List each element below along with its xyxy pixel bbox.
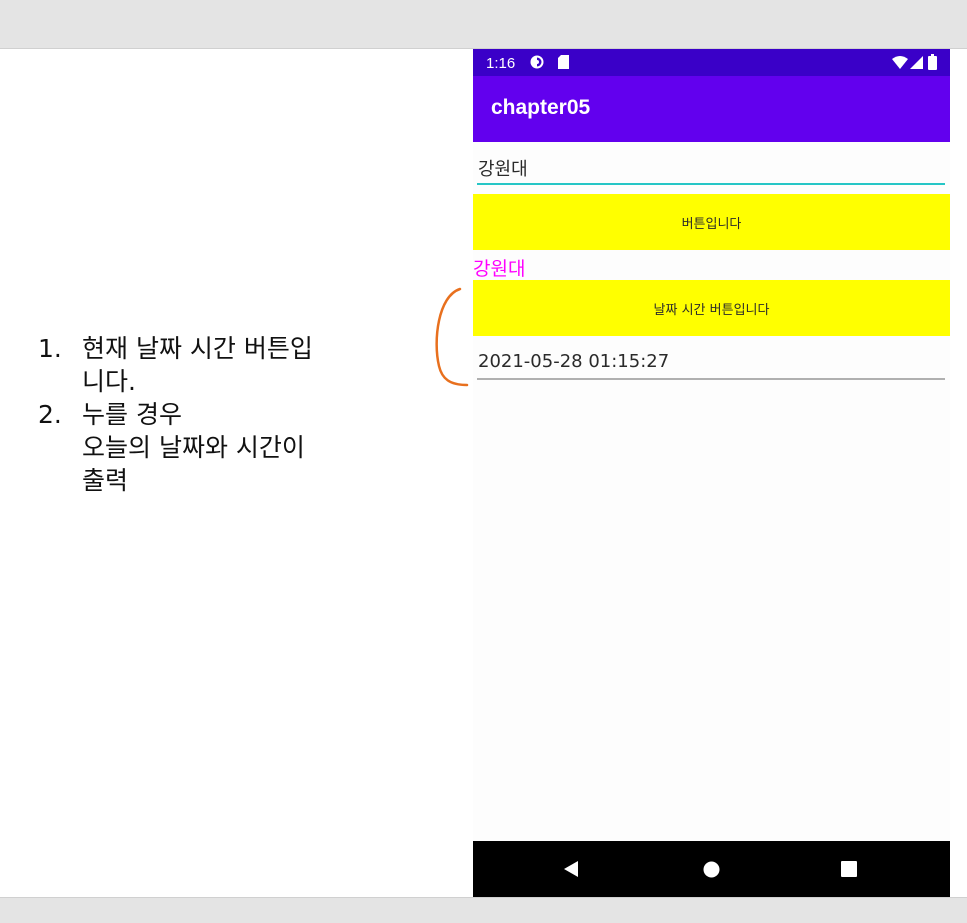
phone-screen: 1:16 chapter05 강원대 버튼입니다 강원대 날짜 시간 버튼입니다 (473, 49, 950, 897)
app-bar: chapter05 (473, 76, 950, 142)
status-time: 1:16 (486, 55, 516, 72)
date-time-button-label: 날짜 시간 버튼입니다 (653, 302, 770, 318)
date-time-value: 2021-05-28 01:15:27 (478, 351, 670, 372)
button-1-label: 버튼입니다 (681, 216, 742, 232)
window-top-bar (0, 0, 967, 49)
output-label: 강원대 (473, 258, 526, 280)
home-icon[interactable] (703, 861, 720, 878)
battery-icon (928, 54, 937, 70)
note-text: 누를 경우 오늘의 날짜와 시간이 출력 (82, 400, 305, 495)
text-input[interactable]: 강원대 (477, 151, 945, 185)
sync-icon (530, 55, 544, 69)
window-bottom-bar (0, 897, 967, 923)
recents-icon[interactable] (841, 861, 857, 877)
notes-list: 1. 현재 날짜 시간 버튼입 니다. 2. 누를 경우 오늘의 날짜와 시간이… (38, 332, 378, 497)
note-text: 현재 날짜 시간 버튼입 니다. (82, 334, 313, 396)
text-input-value: 강원대 (478, 159, 528, 180)
note-item: 2. 누를 경우 오늘의 날짜와 시간이 출력 (38, 398, 378, 497)
sd-card-icon (558, 55, 569, 69)
navigation-bar (473, 841, 950, 897)
button-1[interactable]: 버튼입니다 (473, 194, 950, 250)
note-number: 1. (38, 334, 62, 363)
date-time-field[interactable]: 2021-05-28 01:15:27 (477, 344, 945, 380)
date-time-button[interactable]: 날짜 시간 버튼입니다 (473, 280, 950, 336)
app-title: chapter05 (491, 96, 591, 119)
back-icon[interactable] (562, 860, 580, 878)
note-number: 2. (38, 400, 62, 429)
annotation-bracket (435, 287, 469, 387)
wifi-icon (892, 56, 908, 69)
signal-icon (910, 56, 923, 69)
status-bar: 1:16 (473, 49, 950, 76)
note-item: 1. 현재 날짜 시간 버튼입 니다. (38, 332, 378, 398)
